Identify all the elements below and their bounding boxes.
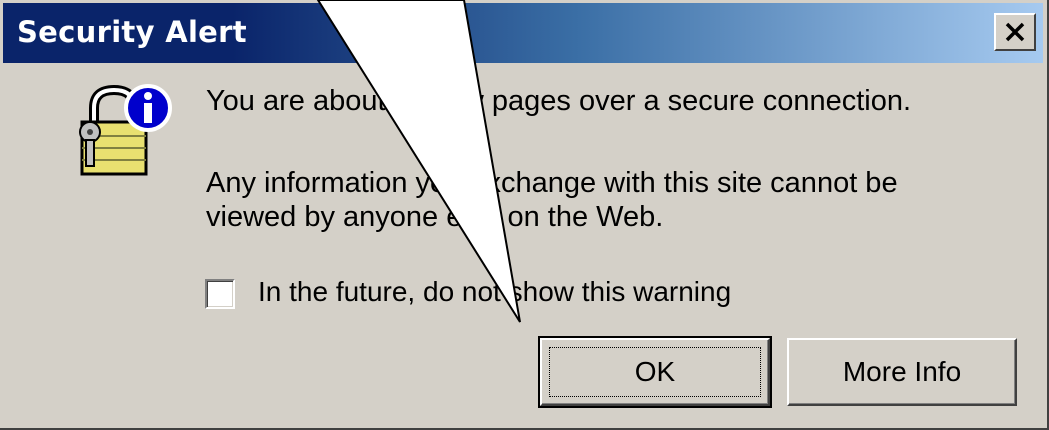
- callout-pointer: [316, 0, 521, 323]
